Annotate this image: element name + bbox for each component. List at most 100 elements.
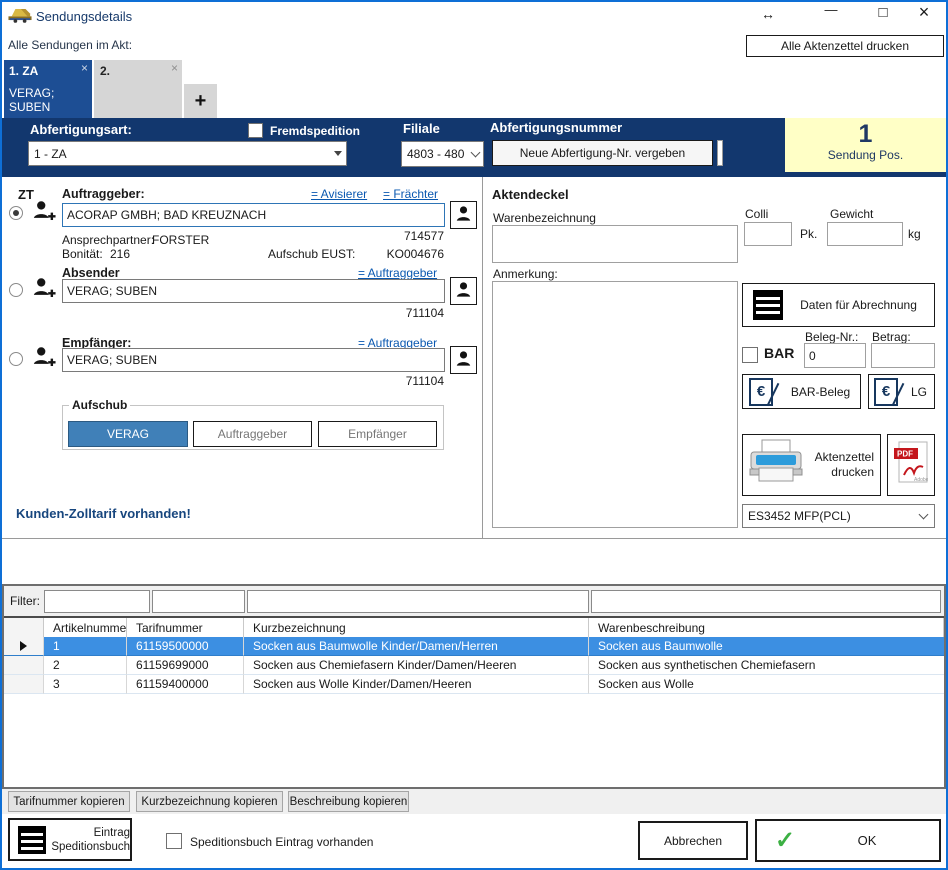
auftraggeber-input[interactable] [62,203,445,227]
filter-warenbeschreibung-input[interactable] [591,590,941,613]
maximize-button[interactable]: □ [868,4,898,21]
minimize-button[interactable]: — [816,2,846,17]
ok-button-label: OK [795,833,939,848]
betrag-input[interactable] [871,343,935,368]
empfaenger-input[interactable] [62,348,445,372]
cell-artikelnummer[interactable]: 1 [44,637,127,656]
person-icon [454,349,473,371]
bar-beleg-button[interactable]: € BAR-Beleg [742,374,861,409]
sendungsdetails-window: Sendungsdetails ↔ — □ × Alle Sendungen i… [0,0,948,870]
avisierer-link[interactable]: = Avisierer [311,187,367,201]
empfaenger-radio[interactable] [9,352,23,366]
cell-kurzbezeichnung[interactable]: Socken aus Chemiefasern Kinder/Damen/Hee… [244,656,589,675]
truck-icon [8,6,32,26]
filiale-dropdown[interactable]: 4803 - 480 [401,141,484,167]
auftraggeber-radio[interactable] [9,206,23,220]
abfertigungsart-value: 1 - ZA [29,147,329,161]
ok-button[interactable]: ✓ OK [755,819,941,862]
cell-warenbeschreibung[interactable]: Socken aus synthetischen Chemiefasern [589,656,944,675]
panel-divider [482,177,483,538]
book-lines-icon [18,826,46,854]
new-abfertigungsnummer-button[interactable]: Neue Abfertigung-Nr. vergeben [492,140,713,166]
header-tarifnummer[interactable]: Tarifnummer [127,618,244,639]
header-artikelnummer[interactable]: Artikelnummer [44,618,127,639]
filter-tarifnummer-input[interactable] [152,590,245,613]
header-kurzbezeichnung[interactable]: Kurzbezeichnung [244,618,589,639]
close-button[interactable]: × [910,2,938,23]
lg-button[interactable]: € LG [868,374,935,409]
printer-select[interactable]: ES3452 MFP(PCL) [742,504,935,528]
betrag-label: Betrag: [872,330,911,344]
header-warenbeschreibung[interactable]: Warenbeschreibung [589,618,944,639]
cell-tarifnummer[interactable]: 61159699000 [127,656,244,675]
printer-select-value: ES3452 MFP(PCL) [743,509,912,523]
bar-checkbox[interactable] [742,347,758,363]
warenbezeichnung-input[interactable] [492,225,738,263]
absender-radio[interactable] [9,283,23,297]
print-all-aktenzettel-button[interactable]: Alle Aktenzettel drucken [746,35,944,57]
filter-kurzbezeichnung-input[interactable] [247,590,589,613]
table-row[interactable]: 3 61159400000 Socken aus Wolle Kinder/Da… [4,675,944,694]
abfertigungsart-dropdown[interactable]: 1 - ZA [28,141,347,166]
fraechter-link[interactable]: = Frächter [383,187,438,201]
cell-kurzbezeichnung[interactable]: Socken aus Baumwolle Kinder/Damen/Herren [244,637,589,656]
beleg-nr-input[interactable] [804,343,866,368]
copy-beschreibung-button[interactable]: Beschreibung kopieren [288,791,409,812]
cell-kurzbezeichnung[interactable]: Socken aus Wolle Kinder/Damen/Heeren [244,675,589,694]
tab1-close-icon[interactable]: × [81,62,88,74]
cancel-button[interactable]: Abbrechen [638,821,748,860]
speditionsbuch-eintrag-button[interactable]: Eintrag Speditionsbuch [8,818,132,861]
aufschub-auftraggeber-button[interactable]: Auftraggeber [193,421,312,447]
abfertigungsnummer-field[interactable] [717,140,723,166]
absender-input[interactable] [62,279,445,303]
absender-auftraggeber-link[interactable]: = Auftraggeber [358,266,437,280]
cell-artikelnummer[interactable]: 2 [44,656,127,675]
resize-icon[interactable]: ↔ [755,6,781,22]
pk-label: Pk. [800,227,817,241]
tab2-title: 2. [100,64,176,78]
auftraggeber-label: Auftraggeber: [62,187,145,201]
cell-tarifnummer[interactable]: 61159400000 [127,675,244,694]
aufschub-eust-label: Aufschub EUST: [268,247,355,261]
tab-shipment-2[interactable]: 2. × [94,60,182,118]
row-selector-cell[interactable] [4,675,44,694]
add-contact-empfaenger-icon[interactable] [32,345,56,371]
gewicht-input[interactable] [827,222,903,246]
cell-tarifnummer[interactable]: 61159500000 [127,637,244,656]
abfertigungsart-dropdown-arrow-icon[interactable] [329,151,346,156]
row-selector-cell[interactable] [4,637,44,656]
tab2-close-icon[interactable]: × [171,62,178,74]
add-shipment-tab-button[interactable]: + [184,84,217,118]
table-row[interactable]: 2 61159699000 Socken aus Chemiefasern Ki… [4,656,944,675]
filter-artikelnummer-input[interactable] [44,590,150,613]
empfaenger-contact-button[interactable] [450,346,477,374]
copy-kurzbezeichnung-button[interactable]: Kurzbezeichnung kopieren [136,791,283,812]
fremdspedition-checkbox[interactable] [248,123,263,138]
table-row[interactable]: 1 61159500000 Socken aus Baumwolle Kinde… [4,637,944,656]
panel-bottom-border [2,538,946,539]
row-selector-cell[interactable] [4,656,44,675]
pdf-button[interactable]: PDF Adobe [887,434,935,496]
absender-contact-button[interactable] [450,277,477,305]
printer-select-chevron-icon[interactable] [912,514,934,518]
colli-label: Colli [745,207,768,221]
tab-shipment-1[interactable]: 1. ZA VERAG; SUBEN × [4,60,92,118]
filiale-dropdown-chevron-icon[interactable] [467,152,483,156]
printer-icon [747,439,805,492]
cell-warenbeschreibung[interactable]: Socken aus Baumwolle [589,637,944,656]
euro-icon: € [874,378,898,406]
aktenzettel-drucken-button[interactable]: Aktenzettel drucken [742,434,881,496]
abrechnung-button[interactable]: Daten für Abrechnung [742,283,935,327]
cell-warenbeschreibung[interactable]: Socken aus Wolle [589,675,944,694]
anmerkung-input[interactable] [492,281,738,528]
add-contact-absender-icon[interactable] [32,276,56,302]
auftraggeber-contact-button[interactable] [450,201,477,229]
aufschub-verag-button[interactable]: VERAG [68,421,188,447]
copy-tarifnummer-button[interactable]: Tarifnummer kopieren [8,791,130,812]
add-contact-auftraggeber-icon[interactable] [32,199,56,225]
bonitaet-value: 216 [110,247,130,261]
cell-artikelnummer[interactable]: 3 [44,675,127,694]
colli-input[interactable] [744,222,792,246]
aufschub-empfaenger-button[interactable]: Empfänger [318,421,437,447]
speditionsbuch-checkbox[interactable] [166,833,182,849]
